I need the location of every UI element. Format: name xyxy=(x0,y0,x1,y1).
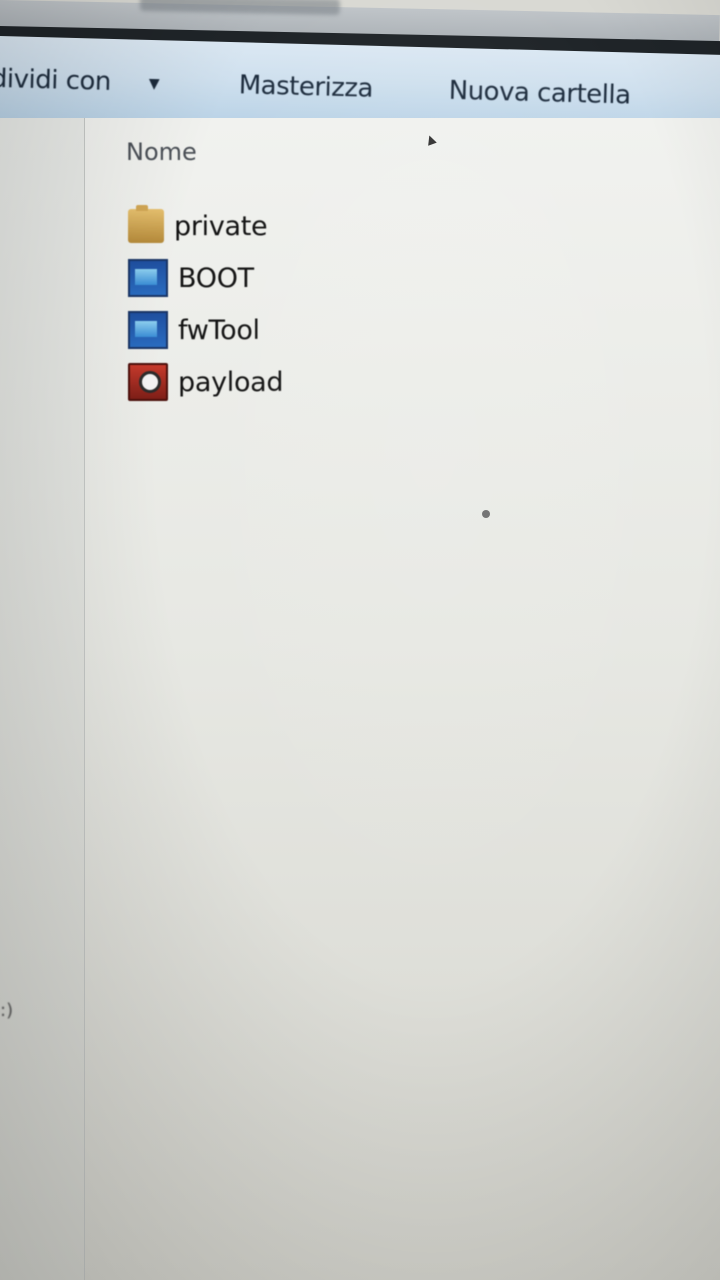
navigation-pane[interactable]: :) xyxy=(0,118,85,1280)
file-name: BOOT xyxy=(178,262,254,294)
file-name: fwTool xyxy=(178,314,260,346)
blurred-breadcrumb xyxy=(139,0,341,16)
nav-pane-fragment: :) xyxy=(0,1000,14,1021)
file-name: payload xyxy=(178,366,284,398)
column-header-name[interactable]: Nome xyxy=(126,138,197,166)
chevron-down-icon[interactable]: ▼ xyxy=(149,76,160,92)
list-item[interactable]: payload xyxy=(128,356,284,408)
list-item[interactable]: BOOT xyxy=(128,252,283,304)
folder-icon xyxy=(128,205,164,243)
file-name: private xyxy=(174,210,268,242)
list-item[interactable]: fwTool xyxy=(128,304,283,356)
application-icon xyxy=(128,311,168,349)
list-item[interactable]: private xyxy=(128,200,283,252)
share-with-button[interactable]: dividi con xyxy=(0,64,111,97)
screen-dust-speck xyxy=(482,510,490,518)
application-icon xyxy=(128,259,168,297)
executable-icon xyxy=(128,363,168,401)
file-list: private BOOT fwTool payload xyxy=(128,200,284,408)
new-folder-button[interactable]: Nuova cartella xyxy=(448,76,631,111)
burn-button[interactable]: Masterizza xyxy=(238,70,373,104)
